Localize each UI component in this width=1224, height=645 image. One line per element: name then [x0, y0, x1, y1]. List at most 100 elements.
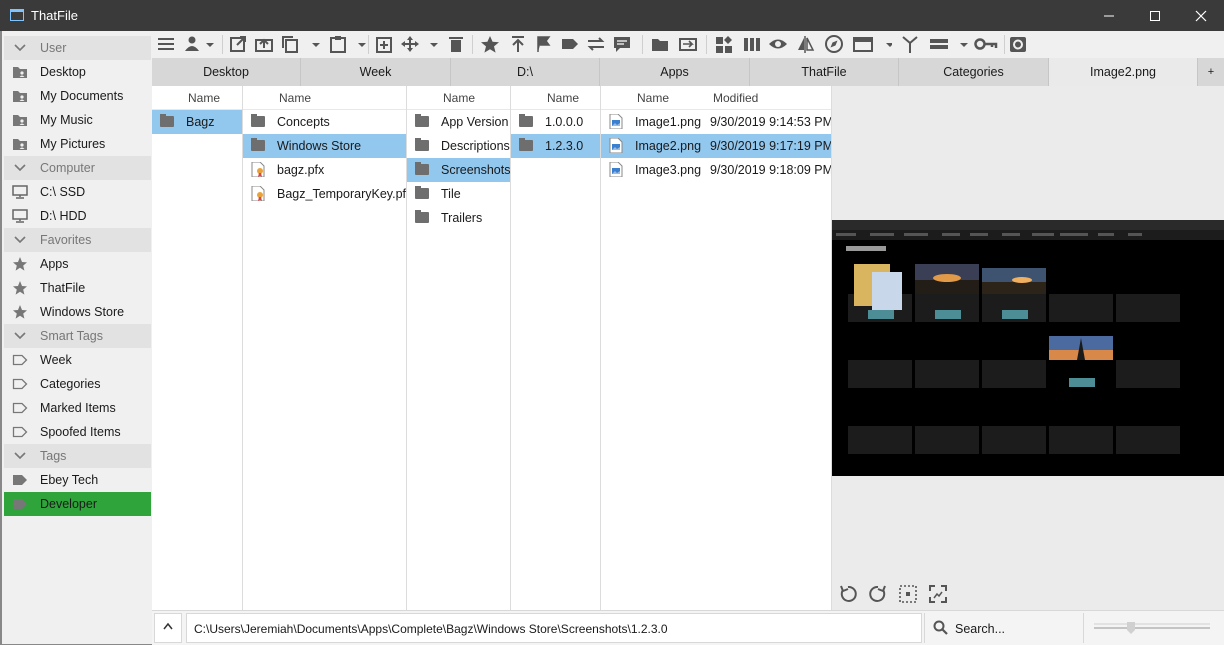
favorite-button[interactable] — [480, 35, 500, 53]
parent-folder-button[interactable] — [154, 613, 182, 643]
tab-categories[interactable]: Categories — [899, 58, 1049, 86]
list-item[interactable]: 1.0.0.0 — [511, 110, 600, 134]
close-button[interactable] — [1178, 0, 1224, 31]
layout-button[interactable] — [852, 35, 894, 53]
sidebar-item-c-ssd[interactable]: C:\ SSD — [4, 180, 151, 204]
tab-thatfile[interactable]: ThatFile — [750, 58, 899, 86]
sidebar-group-computer[interactable]: Computer — [4, 156, 151, 180]
sidebar-group-tags[interactable]: Tags — [4, 444, 151, 468]
list-item[interactable]: Descriptions — [407, 134, 510, 158]
list-item[interactable]: Trailers — [407, 206, 510, 230]
flag-button[interactable] — [534, 35, 554, 53]
path-bar[interactable]: C:\Users\Jeremiah\Documents\Apps\Complet… — [186, 613, 922, 643]
sidebar-item-thatfile[interactable]: ThatFile — [4, 276, 151, 300]
list-item[interactable]: Tile — [407, 182, 510, 206]
folder-icon — [251, 114, 265, 127]
sidebar-group-smart-tags[interactable]: Smart Tags — [4, 324, 151, 348]
compare-button[interactable] — [796, 35, 816, 53]
tiles-view-button[interactable] — [714, 35, 734, 53]
list-item[interactable]: Bagz — [152, 110, 242, 134]
sidebar-group-user[interactable]: User — [4, 36, 151, 60]
sidebar-item-ebey-tech[interactable]: Ebey Tech — [4, 468, 151, 492]
columns-view-button[interactable] — [742, 35, 762, 53]
list-item[interactable]: Screenshots — [407, 158, 510, 182]
list-item[interactable]: Image1.png 9/30/2019 9:14:53 PM — [601, 110, 831, 134]
column-header[interactable]: Name — [407, 86, 510, 110]
sidebar-item-marked-items[interactable]: Marked Items — [4, 396, 151, 420]
sidebar-item-d-hdd[interactable]: D:\ HDD — [4, 204, 151, 228]
name-header[interactable]: Name — [443, 91, 475, 105]
key-button[interactable] — [974, 35, 998, 53]
minimize-button[interactable] — [1086, 0, 1132, 31]
user-button[interactable] — [182, 35, 216, 53]
column-header[interactable]: Name — [152, 86, 242, 110]
new-item-button[interactable] — [374, 35, 394, 53]
sidebar-item-developer[interactable]: Developer — [4, 492, 151, 516]
fit-to-window-button[interactable] — [928, 584, 948, 604]
column-header[interactable]: Name Modified — [601, 86, 831, 110]
file-name: Concepts — [277, 115, 330, 129]
list-button[interactable] — [928, 35, 968, 53]
move-to-button[interactable] — [254, 35, 274, 53]
rotate-left-button[interactable] — [838, 584, 858, 604]
slider-track-icon — [1094, 622, 1210, 634]
list-item[interactable]: bagz.pfx — [243, 158, 406, 182]
column-header[interactable]: Name — [243, 86, 406, 110]
move-button[interactable] — [400, 35, 440, 53]
list-item[interactable]: Image3.png 9/30/2019 9:18:09 PM — [601, 158, 831, 182]
name-header[interactable]: Name — [637, 91, 669, 105]
settings-button[interactable] — [1008, 35, 1028, 53]
preview-button[interactable] — [768, 35, 788, 53]
maximize-button[interactable] — [1132, 0, 1178, 31]
list-item[interactable]: Windows Store — [243, 134, 406, 158]
list-item[interactable]: Image2.png 9/30/2019 9:17:19 PM — [601, 134, 831, 158]
tab-apps[interactable]: Apps — [600, 58, 750, 86]
move-arrows-icon — [401, 36, 438, 52]
list-item[interactable]: Concepts — [243, 110, 406, 134]
tab-week[interactable]: Week — [301, 58, 451, 86]
delete-button[interactable] — [446, 35, 466, 53]
sidebar-item-spoofed-items[interactable]: Spoofed Items — [4, 420, 151, 444]
sidebar-item-my-music[interactable]: My Music — [4, 108, 151, 132]
paste-button[interactable] — [328, 35, 368, 53]
menu-button[interactable] — [156, 35, 176, 53]
name-header[interactable]: Name — [279, 91, 311, 105]
folder-user-icon — [12, 89, 28, 103]
app-title: ThatFile — [31, 8, 78, 23]
name-header[interactable]: Name — [188, 91, 220, 105]
name-header[interactable]: Name — [547, 91, 579, 105]
move-to-top-button[interactable] — [508, 35, 528, 53]
comment-button[interactable] — [612, 35, 632, 53]
column-header[interactable]: Name — [511, 86, 600, 110]
swap-button[interactable] — [586, 35, 606, 53]
actual-size-button[interactable] — [898, 584, 918, 604]
list-item[interactable]: App Version — [407, 110, 510, 134]
sidebar-item-desktop[interactable]: Desktop — [4, 60, 151, 84]
navigate-button[interactable] — [824, 35, 844, 53]
sidebar-item-apps[interactable]: Apps — [4, 252, 151, 276]
monitor-icon — [12, 185, 28, 199]
list-item[interactable]: Bagz_TemporaryKey.pfx — [243, 182, 406, 206]
new-folder-button[interactable] — [650, 35, 670, 53]
merge-button[interactable] — [900, 35, 920, 53]
sidebar-item-windows-store[interactable]: Windows Store — [4, 300, 151, 324]
modified-header[interactable]: Modified — [713, 91, 758, 105]
sidebar-item-my-pictures[interactable]: My Pictures — [4, 132, 151, 156]
new-tab-button[interactable]: + — [1198, 58, 1224, 86]
copy-button[interactable] — [280, 35, 320, 53]
rotate-right-button[interactable] — [868, 584, 888, 604]
tab-image2-png[interactable]: Image2.png — [1049, 58, 1198, 86]
sidebar-item-label: Ebey Tech — [40, 473, 99, 487]
zoom-slider[interactable] — [1094, 621, 1210, 635]
sidebar-item-categories[interactable]: Categories — [4, 372, 151, 396]
rename-button[interactable] — [678, 35, 698, 53]
tab-d[interactable]: D:\ — [451, 58, 600, 86]
sidebar-item-week[interactable]: Week — [4, 348, 151, 372]
tag-button[interactable] — [560, 35, 580, 53]
sidebar-group-favorites[interactable]: Favorites — [4, 228, 151, 252]
list-item[interactable]: 1.2.3.0 — [511, 134, 600, 158]
tab-desktop[interactable]: Desktop — [152, 58, 301, 86]
search-box[interactable]: Search... — [924, 613, 1084, 643]
open-external-button[interactable] — [228, 35, 248, 53]
sidebar-item-my-documents[interactable]: My Documents — [4, 84, 151, 108]
